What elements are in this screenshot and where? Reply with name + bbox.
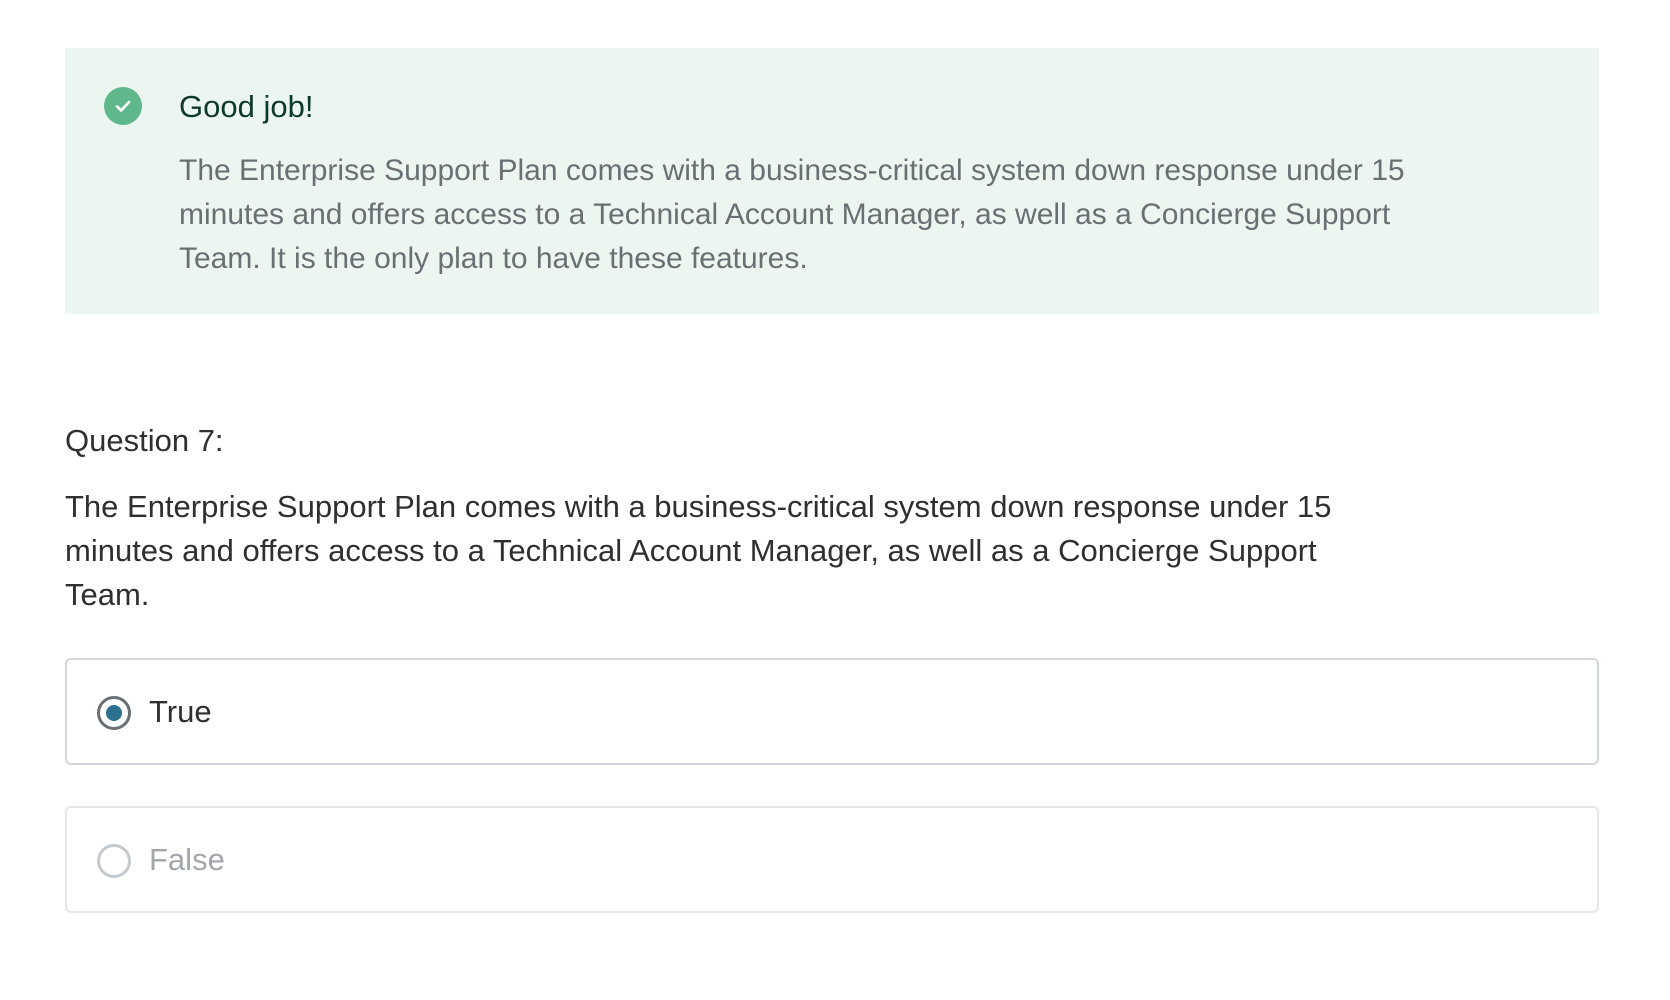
answer-option-label: True bbox=[149, 694, 212, 729]
radio-unselected-icon[interactable] bbox=[97, 844, 131, 878]
question-number: Question 7: bbox=[65, 423, 224, 458]
answer-option-false[interactable]: False bbox=[65, 806, 1599, 913]
question-text: The Enterprise Support Plan comes with a… bbox=[65, 489, 1332, 612]
answer-option-label: False bbox=[149, 842, 225, 877]
check-circle-icon bbox=[104, 87, 142, 125]
answer-option-true[interactable]: True bbox=[65, 658, 1599, 765]
feedback-banner: Good job! The Enterprise Support Plan co… bbox=[65, 48, 1599, 314]
feedback-title: Good job! bbox=[179, 89, 314, 124]
feedback-explanation: The Enterprise Support Plan comes with a… bbox=[179, 154, 1405, 275]
radio-selected-icon[interactable] bbox=[97, 696, 131, 730]
radio-dot bbox=[106, 705, 122, 721]
